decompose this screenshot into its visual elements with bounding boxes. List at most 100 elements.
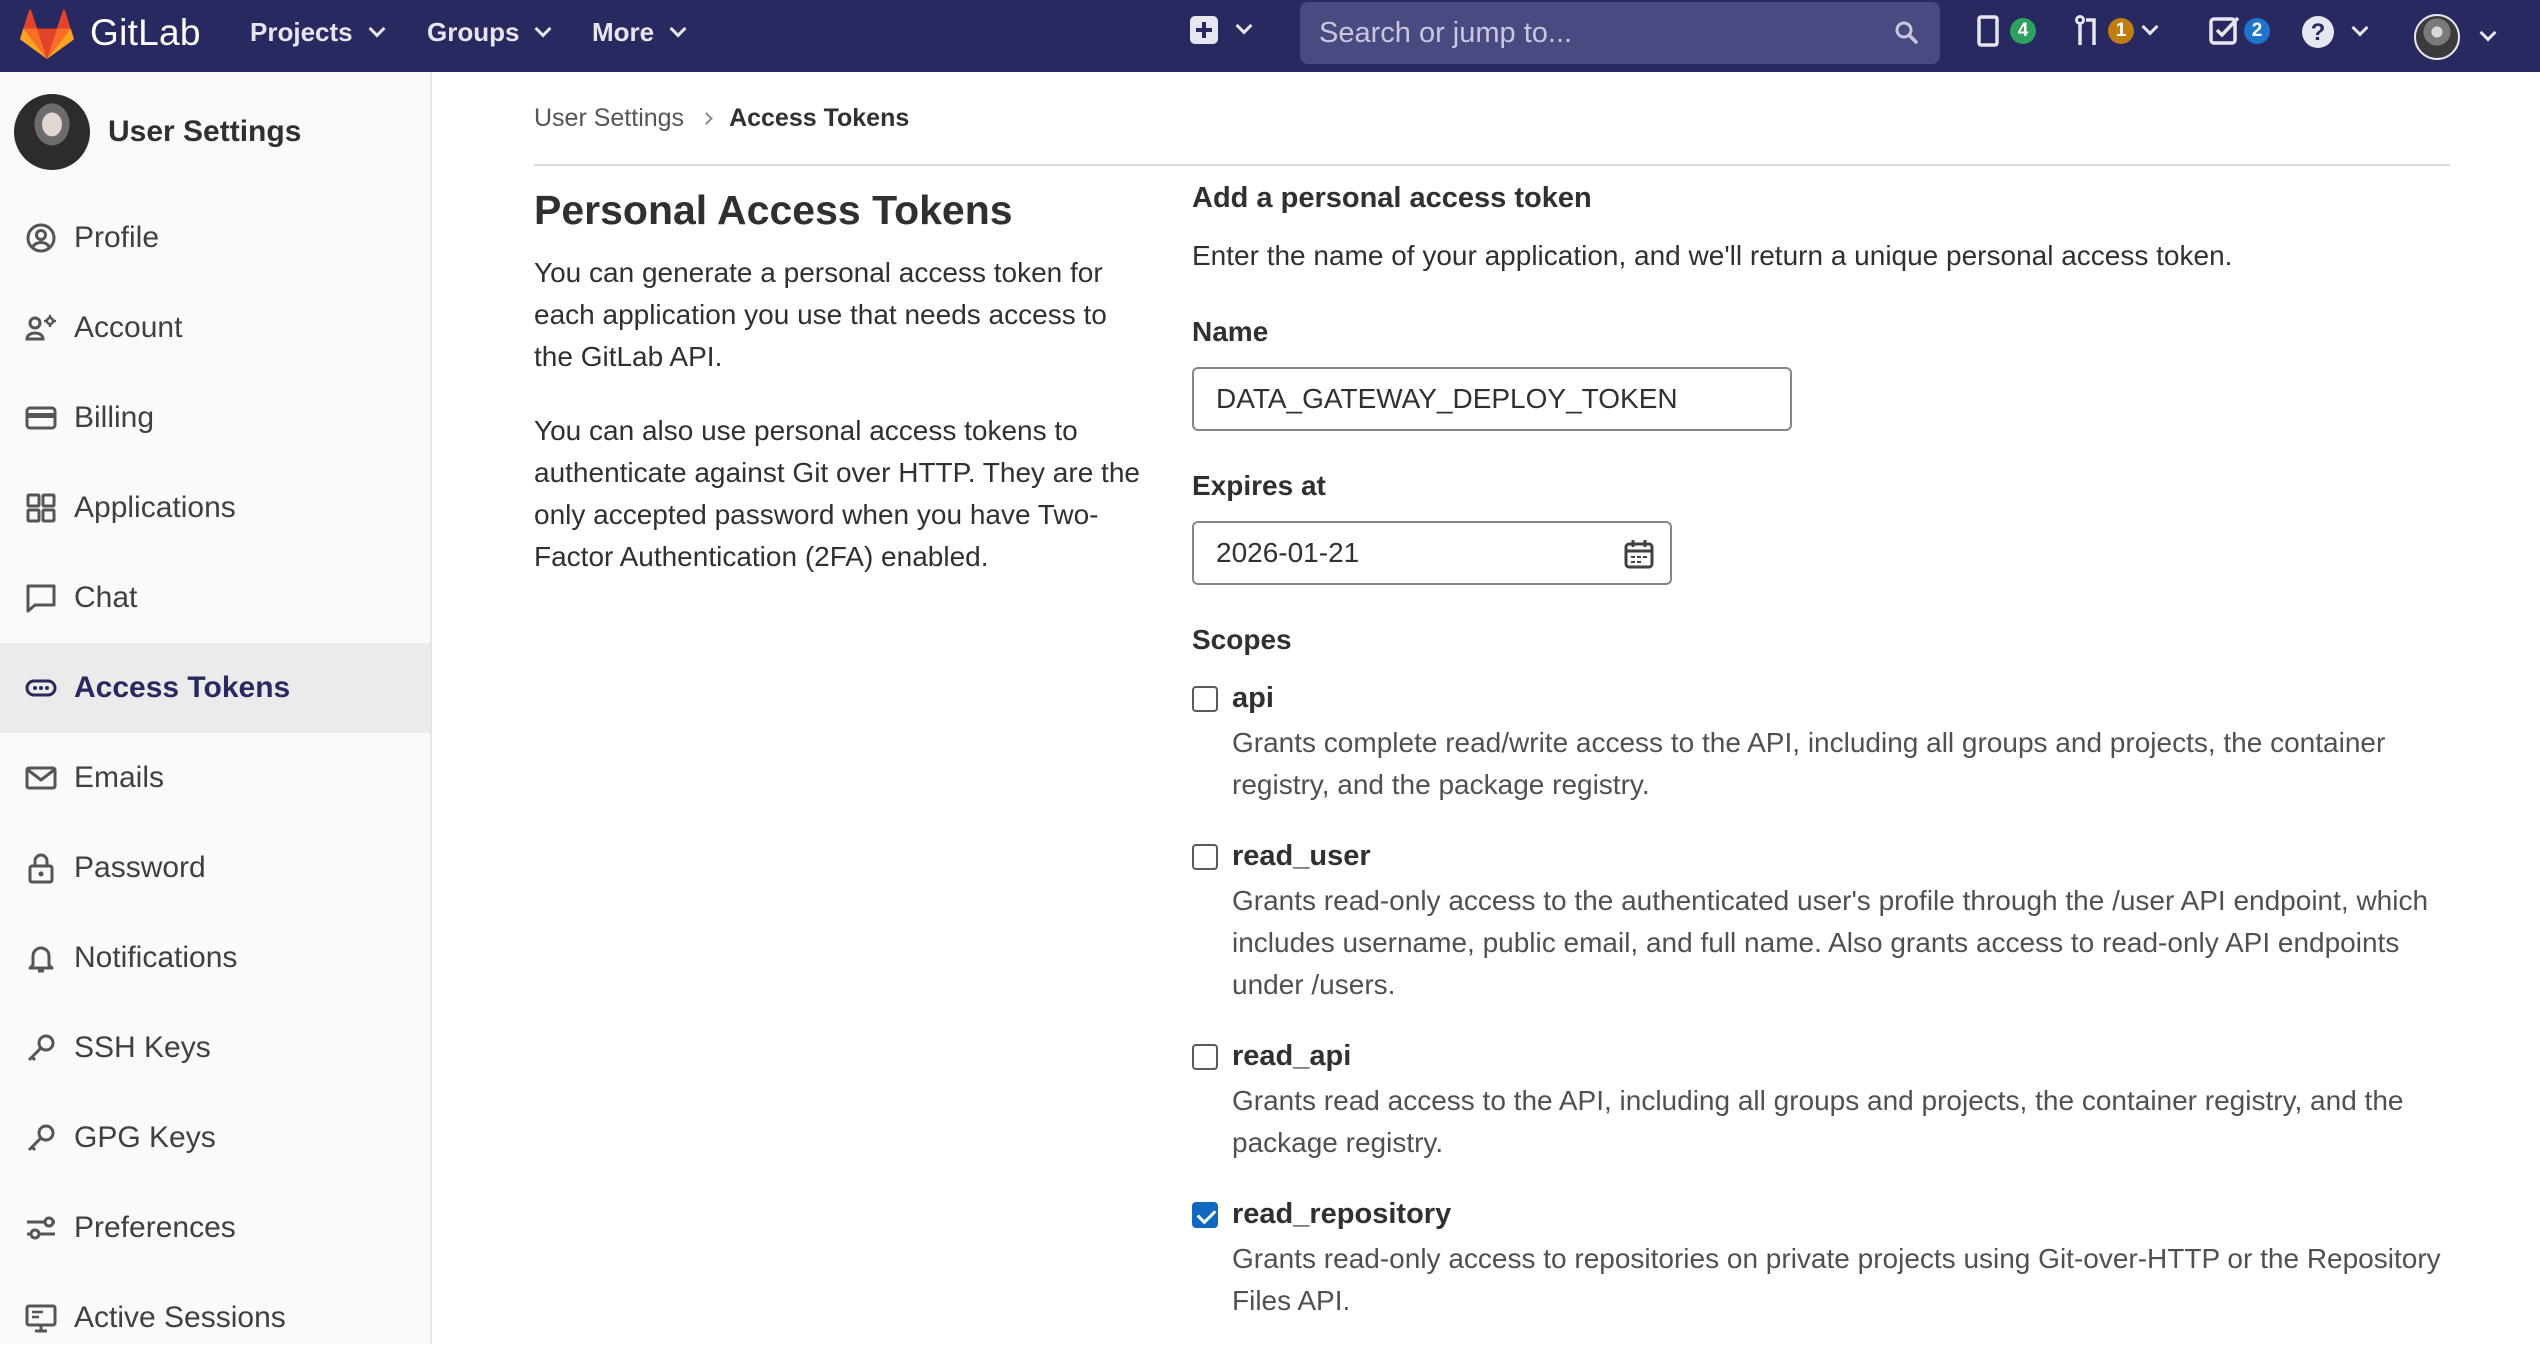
issues-icon: [1977, 15, 1999, 47]
divider: [534, 164, 2450, 166]
projects-menu[interactable]: Projects: [250, 17, 386, 48]
monitor-icon: [24, 1301, 58, 1335]
sidebar-item-active-sessions[interactable]: Active Sessions: [0, 1273, 430, 1363]
sidebar-item-password[interactable]: Password: [0, 823, 430, 913]
scope-name[interactable]: read_repository: [1232, 1198, 1451, 1231]
brand-name[interactable]: GitLab: [90, 12, 201, 54]
todo-icon: [2209, 16, 2240, 45]
scope-name[interactable]: read_user: [1232, 840, 1371, 873]
profile-icon: [24, 221, 58, 255]
projects-menu-label: Projects: [250, 17, 353, 47]
sidebar-item-label: Access Tokens: [74, 671, 291, 704]
scopes-label: Scopes: [1192, 624, 1292, 655]
scope-checkbox[interactable]: [1192, 1202, 1218, 1228]
intro-paragraph: You can generate a personal access token…: [534, 257, 1107, 372]
merge-requests-button[interactable]: 1: [2074, 14, 2159, 48]
scope-checkbox[interactable]: [1192, 844, 1218, 870]
breadcrumb-current[interactable]: Access Tokens: [729, 104, 909, 133]
sidebar-item-notifications[interactable]: Notifications: [0, 913, 430, 1003]
search-box[interactable]: [1300, 2, 1940, 64]
chevron-down-icon: [2351, 19, 2369, 37]
chevron-down-icon: [1235, 17, 1253, 35]
token-icon: [24, 671, 58, 705]
sidebar-item-label: GPG Keys: [74, 1121, 216, 1154]
plus-icon: [1190, 16, 1218, 44]
issues-count-badge: 4: [2010, 18, 2036, 44]
scope-checkbox[interactable]: [1192, 686, 1218, 712]
avatar: [14, 94, 90, 170]
sidebar-item-account[interactable]: Account: [0, 283, 430, 373]
expires-date-field[interactable]: [1192, 521, 1672, 585]
scope-description: Grants read-only access to the authentic…: [1232, 885, 2429, 1000]
chevron-down-icon: [2141, 18, 2159, 36]
todos-count-badge: 2: [2244, 18, 2270, 44]
sidebar-item-preferences[interactable]: Preferences: [0, 1183, 430, 1273]
sidebar-item-label: Notifications: [74, 941, 238, 974]
sidebar-item-emails[interactable]: Emails: [0, 733, 430, 823]
chevron-down-icon: [368, 20, 386, 37]
sidebar: User Settings Profile Account Billing Ap…: [0, 72, 432, 1344]
expires-label: Expires at: [1192, 470, 1326, 501]
calendar-icon[interactable]: [1624, 539, 1654, 569]
sidebar-item-label: SSH Keys: [74, 1031, 211, 1064]
sidebar-item-label: Password: [74, 851, 206, 884]
more-menu[interactable]: More: [592, 17, 687, 48]
page-title: Personal Access Tokens: [534, 187, 1013, 233]
sidebar-item-label: Billing: [74, 401, 155, 434]
sidebar-item-access-tokens[interactable]: Access Tokens: [0, 643, 430, 733]
sidebar-item-profile[interactable]: Profile: [0, 193, 430, 283]
more-menu-label: More: [592, 17, 655, 47]
chevron-down-icon: [2479, 24, 2497, 42]
name-field[interactable]: [1192, 367, 1792, 431]
name-label: Name: [1192, 316, 1269, 347]
search-icon: [1895, 21, 1918, 44]
new-item-dropdown[interactable]: [1190, 16, 1253, 44]
name-input[interactable]: [1194, 369, 1790, 429]
sidebar-item-label: Applications: [74, 491, 236, 524]
chevron-down-icon: [669, 20, 687, 37]
account-icon: [24, 311, 58, 345]
sidebar-item-label: Account: [74, 311, 183, 344]
sidebar-item-billing[interactable]: Billing: [0, 373, 430, 463]
groups-menu[interactable]: Groups: [427, 17, 552, 48]
chat-icon: [24, 581, 58, 615]
scope-name[interactable]: read_api: [1232, 1040, 1351, 1073]
billing-icon: [24, 401, 58, 435]
scope-name[interactable]: api: [1232, 682, 1274, 715]
sidebar-title: User Settings: [108, 115, 302, 148]
form-subheading: Enter the name of your application, and …: [1192, 240, 2233, 271]
scope-description: Grants read access to the API, including…: [1232, 1085, 2404, 1158]
breadcrumb: User Settings Access Tokens: [534, 104, 909, 133]
gitlab-logo-icon[interactable]: [20, 8, 74, 62]
issues-button[interactable]: 4: [1976, 14, 2036, 48]
sidebar-item-label: Emails: [74, 761, 165, 794]
bell-icon: [24, 941, 58, 975]
chevron-down-icon: [534, 20, 552, 37]
help-menu[interactable]: ?: [2300, 14, 2369, 50]
sidebar-item-ssh-keys[interactable]: SSH Keys: [0, 1003, 430, 1093]
expires-date-input[interactable]: [1194, 523, 1670, 583]
top-navbar: GitLab Projects Groups More 4 1: [0, 0, 2540, 72]
intro-paragraph: You can also use personal access tokens …: [534, 415, 1140, 572]
merge-requests-count-badge: 1: [2108, 18, 2134, 44]
todos-button[interactable]: 2: [2208, 14, 2270, 48]
applications-icon: [24, 491, 58, 525]
sidebar-item-label: Profile: [74, 221, 160, 254]
search-input[interactable]: [1300, 2, 1940, 64]
groups-menu-label: Groups: [427, 17, 520, 47]
user-menu[interactable]: [2414, 14, 2497, 60]
sidebar-item-applications[interactable]: Applications: [0, 463, 430, 553]
key-icon: [24, 1121, 58, 1155]
sidebar-item-label: Active Sessions: [74, 1301, 286, 1334]
chevron-right-icon: [700, 112, 713, 125]
sidebar-header[interactable]: User Settings: [14, 94, 301, 170]
key-icon: [24, 1031, 58, 1065]
scope-checkbox[interactable]: [1192, 1044, 1218, 1070]
lock-icon: [24, 851, 58, 885]
breadcrumb-parent-link[interactable]: User Settings: [534, 104, 684, 133]
scope-description: Grants read-only access to repositories …: [1232, 1243, 2441, 1316]
svg-text:?: ?: [2311, 19, 2326, 46]
sidebar-item-chat[interactable]: Chat: [0, 553, 430, 643]
sidebar-item-gpg-keys[interactable]: GPG Keys: [0, 1093, 430, 1183]
avatar: [2414, 14, 2460, 60]
